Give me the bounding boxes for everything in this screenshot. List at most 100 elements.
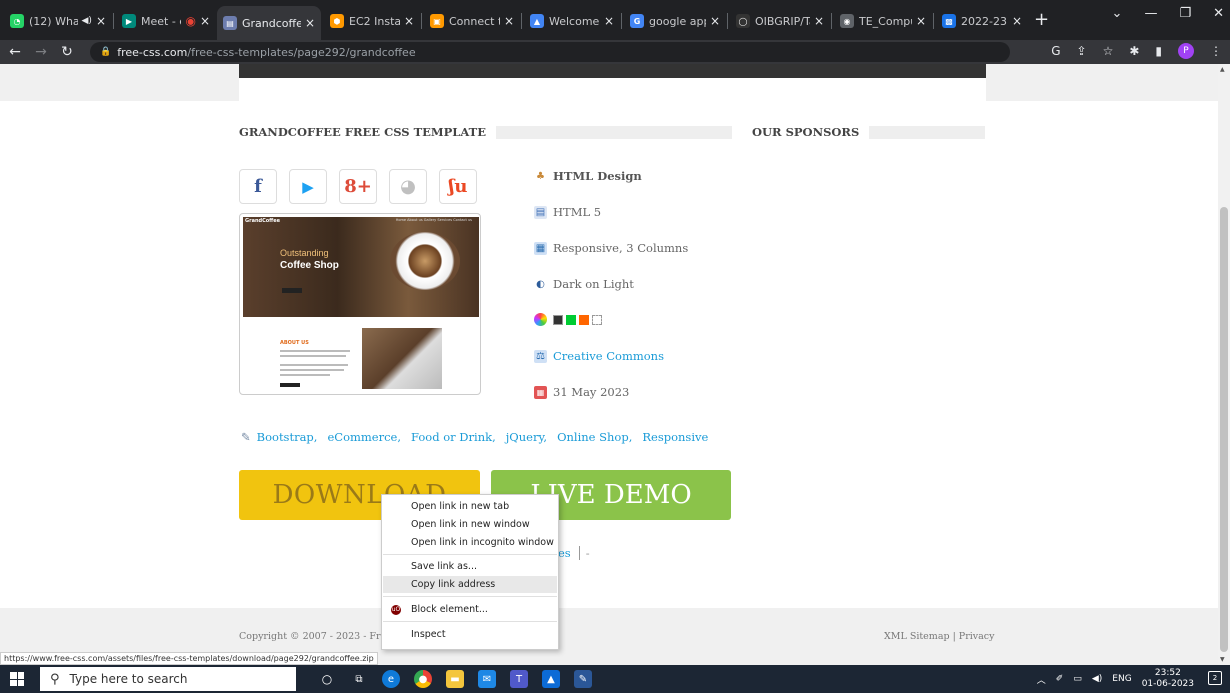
new-tab-button[interactable]: + (1034, 9, 1049, 30)
context-menu: Open link in new tab Open link in new wi… (381, 494, 559, 650)
menu-kebab-icon[interactable]: ⋮ (1210, 44, 1222, 58)
github-icon: ◯ (736, 14, 750, 28)
menu-inspect[interactable]: Inspect (383, 626, 557, 643)
taskbar-clock[interactable]: 23:52 01-06-2023 (1142, 668, 1194, 690)
lock-icon[interactable]: 🔒 (100, 47, 111, 57)
tag-jquery[interactable]: jQuery, (506, 430, 547, 444)
tab-title: google app (649, 14, 706, 28)
address-bar[interactable]: 🔒 free-css.com /free-css-templates/page2… (90, 42, 1010, 62)
taskbar-search-box[interactable]: ⚲ Type here to search (40, 667, 296, 691)
google-plus-share-button[interactable]: 8+ (339, 169, 377, 204)
drive-icon: ▲ (530, 14, 544, 28)
calendar-icon: ▦ (534, 385, 547, 399)
speaker-icon[interactable]: ◀) (82, 16, 92, 26)
google-lens-icon[interactable]: G (1051, 44, 1060, 58)
color-swatch-green (566, 314, 576, 325)
close-icon[interactable]: × (814, 14, 824, 28)
thumbnail-brand: GrandCoffee (245, 218, 281, 224)
close-icon[interactable]: × (96, 14, 106, 28)
thumbnail-hero-line1: Outstanding (280, 248, 329, 258)
close-icon[interactable]: × (604, 14, 614, 28)
twitter-share-button[interactable]: ▶ (289, 169, 327, 204)
tag-list: ✎ Bootstrap, eCommerce, Food or Drink, j… (241, 430, 712, 444)
url-host: free-css.com (117, 45, 188, 59)
tag-responsive[interactable]: Responsive (642, 430, 708, 444)
pen-app-icon[interactable]: ✎ (574, 670, 592, 688)
share-icon[interactable]: ⇪ (1077, 44, 1087, 58)
menu-copy-link-address[interactable]: Copy link address (383, 576, 557, 593)
network-icon[interactable]: ▭ (1073, 674, 1082, 684)
close-icon[interactable]: × (710, 14, 720, 28)
tab-connect[interactable]: ▣ Connect to i × (424, 8, 520, 34)
footer-links[interactable]: XML Sitemap | Privacy (884, 631, 995, 642)
teams-icon[interactable]: T (510, 670, 528, 688)
cortana-icon[interactable]: ○ (318, 670, 336, 688)
tab-github[interactable]: ◯ OIBGRIP/Tas × (730, 8, 830, 34)
forward-icon[interactable]: → (30, 44, 52, 60)
bookmark-star-icon[interactable]: ☆ (1103, 44, 1114, 58)
pen-workspace-icon[interactable]: ✐ (1056, 674, 1064, 684)
menu-open-new-tab[interactable]: Open link in new tab (383, 498, 557, 515)
tab-grandcoffee[interactable]: ▤ Grandcoffee × (217, 6, 321, 40)
tab-separator (113, 13, 114, 29)
tag-bootstrap[interactable]: Bootstrap, (257, 430, 318, 444)
color-swatch-white (592, 314, 602, 325)
tab-meet[interactable]: ▶ Meet - e ◉ × (116, 8, 216, 34)
reload-icon[interactable]: ↻ (56, 44, 78, 60)
photos-icon[interactable]: ▲ (542, 670, 560, 688)
tab-classroom[interactable]: ▩ 2022-23 TE ( × (936, 8, 1028, 34)
tab-ec2[interactable]: ⬢ EC2 Instance × (324, 8, 420, 34)
menu-block-element-label: Block element... (411, 604, 488, 615)
close-window-icon[interactable]: ✕ (1213, 6, 1224, 21)
tab-whatsapp[interactable]: ◔ (12) Wha ◀) × (4, 8, 112, 34)
extensions-icon[interactable]: ✱ (1129, 44, 1139, 58)
tab-google-app[interactable]: G google app × (624, 8, 726, 34)
side-panel-icon[interactable]: ▮ (1155, 44, 1162, 58)
facebook-share-button[interactable]: f (239, 169, 277, 204)
restore-icon[interactable]: ❐ (1179, 6, 1191, 21)
profile-avatar[interactable]: P (1178, 43, 1194, 59)
close-icon[interactable]: × (200, 14, 210, 28)
language-indicator[interactable]: ENG (1112, 674, 1131, 684)
back-icon[interactable]: ← (4, 44, 26, 60)
license-link[interactable]: Creative Commons (553, 349, 664, 363)
tag-food-or-drink[interactable]: Food or Drink, (411, 430, 496, 444)
sub-link[interactable]: es (558, 546, 571, 560)
close-icon[interactable]: × (305, 16, 315, 30)
scrollbar-thumb[interactable] (1220, 207, 1228, 652)
twitter-icon: ▶ (302, 177, 314, 196)
reddit-share-button[interactable]: ◕ (389, 169, 427, 204)
scroll-up-arrow-icon[interactable]: ▲ (1220, 66, 1225, 73)
meta-designer-value: HTML Design (553, 169, 642, 183)
volume-icon[interactable]: ◀) (1092, 674, 1102, 684)
close-icon[interactable]: × (916, 14, 926, 28)
menu-open-new-window[interactable]: Open link in new window (383, 516, 557, 533)
tag-online-shop[interactable]: Online Shop, (557, 430, 632, 444)
task-view-icon[interactable]: ⧉ (350, 670, 368, 688)
edge-icon[interactable]: e (382, 670, 400, 688)
chrome-taskbar-icon[interactable]: ● (414, 670, 432, 688)
thumbnail-hero-button (282, 288, 302, 293)
close-icon[interactable]: × (504, 14, 514, 28)
notification-center-icon[interactable]: 2 (1208, 671, 1222, 685)
minimize-icon[interactable]: — (1144, 6, 1157, 21)
mail-icon[interactable]: ✉ (478, 670, 496, 688)
template-thumbnail[interactable]: GrandCoffee Home About us Gallery Servic… (239, 213, 481, 395)
thumbnail-text-line (280, 355, 346, 357)
close-icon[interactable]: × (404, 14, 414, 28)
tab-welcome[interactable]: ▲ Welcome – I × (524, 8, 620, 34)
menu-open-incognito[interactable]: Open link in incognito window (383, 534, 557, 551)
scroll-down-arrow-icon[interactable]: ▼ (1220, 656, 1225, 663)
tag-ecommerce[interactable]: eCommerce, (327, 430, 401, 444)
close-icon[interactable]: × (1012, 14, 1022, 28)
menu-block-element[interactable]: uO Block element... (383, 601, 557, 618)
windows-start-icon[interactable] (10, 672, 24, 686)
stumbleupon-share-button[interactable]: ʃu (439, 169, 477, 204)
tab-te-compute[interactable]: ◉ TE_Compute × (834, 8, 932, 34)
menu-save-link-as[interactable]: Save link as... (383, 558, 557, 575)
page-scrollbar[interactable]: ▲ ▼ (1218, 64, 1230, 665)
tray-expand-icon[interactable]: ︿ (1037, 673, 1046, 686)
coffee-cup-image (390, 232, 460, 290)
file-explorer-icon[interactable]: ▬ (446, 670, 464, 688)
tab-search-icon[interactable]: ⌄ (1112, 6, 1123, 21)
